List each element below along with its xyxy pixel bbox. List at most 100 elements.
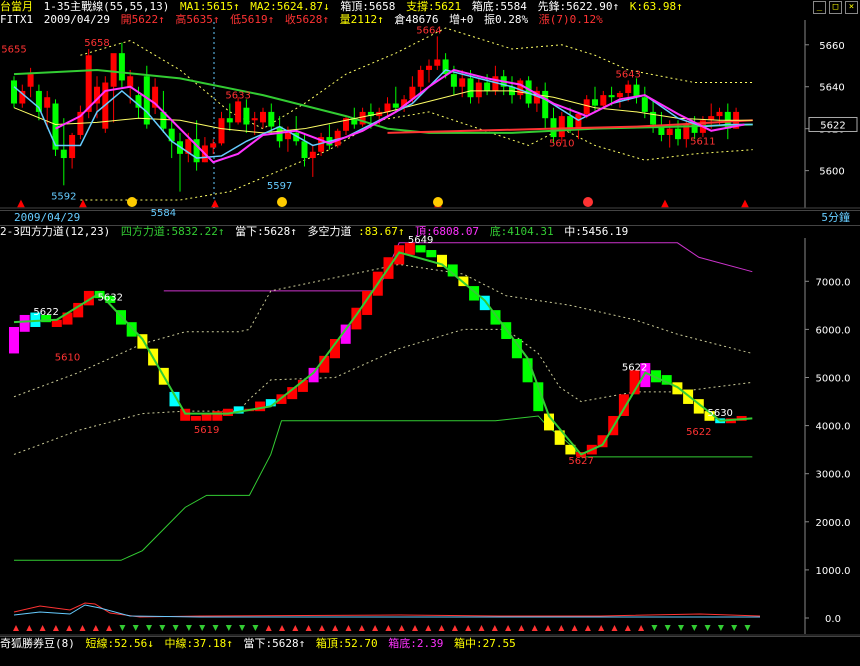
panel2-tick-label: 3000.0 <box>816 470 851 481</box>
oscillator-arrow <box>398 625 405 631</box>
candle-body <box>384 103 391 112</box>
candle-body <box>417 69 424 87</box>
candle-body <box>210 143 217 148</box>
force-annotation: 5627 <box>568 456 593 467</box>
candle-body <box>616 93 623 98</box>
oscillator-arrow <box>318 625 325 631</box>
oscillator-arrow <box>345 625 352 631</box>
force-block <box>394 245 405 265</box>
oscillator-arrow <box>212 625 219 631</box>
oscillator-arrow <box>678 625 684 631</box>
price-annotation: 5643 <box>615 69 640 80</box>
oscillator-arrow <box>717 625 724 631</box>
oscillator-arrow <box>332 625 339 631</box>
oscillator-arrow <box>132 625 139 631</box>
oscillator-arrow <box>491 625 498 631</box>
oscillator-arrow <box>79 625 86 631</box>
oscillator-arrow <box>146 625 152 631</box>
force-annotation: 5619 <box>194 425 219 436</box>
candle-body <box>467 78 474 98</box>
oscillator-arrow <box>651 625 658 631</box>
oscillator-arrow <box>465 625 472 631</box>
oscillator-arrow <box>119 625 126 631</box>
candle-body <box>85 55 92 112</box>
oscillator-arrow <box>199 625 206 631</box>
force-block <box>415 245 426 253</box>
candle-body <box>459 78 466 87</box>
oscillator-arrow <box>66 625 73 631</box>
oscillator-arrow <box>531 625 538 631</box>
panel1-tick-label: 5600 <box>819 167 844 178</box>
oscillator-arrow <box>106 625 113 631</box>
oscillator-arrow <box>159 625 166 631</box>
candle-body <box>11 80 17 104</box>
candle-body <box>309 151 316 159</box>
oscillator-arrow <box>279 625 285 631</box>
oscillator-arrow <box>239 625 246 631</box>
oscillator-arrow <box>731 625 738 631</box>
oscillator-arrow <box>584 625 591 631</box>
signal-marker: ▲ <box>741 198 749 209</box>
panel2-tick-label: 6000.0 <box>816 325 851 336</box>
force-annotation: 5649 <box>408 235 433 246</box>
signal-marker: ▲ <box>17 198 25 209</box>
candle-body <box>675 128 681 140</box>
candle-body <box>27 74 34 87</box>
candle-body <box>251 118 258 121</box>
candle-body <box>716 111 723 117</box>
candle-body <box>600 95 607 106</box>
force-annotation: 5622 <box>33 307 58 318</box>
candle-body <box>558 116 565 138</box>
oscillator-arrow <box>691 625 698 631</box>
candle-body <box>118 53 125 81</box>
price-annotation: 5597 <box>267 181 292 192</box>
price-annotation: 5584 <box>151 208 176 219</box>
panel2-tick-label: 4000.0 <box>816 422 851 433</box>
oscillator-arrow <box>52 625 59 631</box>
chart-canvas[interactable]: 5660564056205600565556585633566456435592… <box>0 0 860 666</box>
oscillator-arrow <box>704 625 711 631</box>
candle-body <box>641 97 648 112</box>
bottom-line <box>14 415 753 561</box>
oscillator-arrow <box>478 625 485 631</box>
panel2-tick-label: 7000.0 <box>816 277 851 288</box>
panel1-tick-label: 5660 <box>819 41 844 52</box>
force-trend-line <box>13 251 753 456</box>
candle-body <box>583 99 590 114</box>
candle-body <box>542 90 549 119</box>
oscillator-arrow <box>172 625 179 631</box>
oscillator-arrow <box>185 625 192 631</box>
candle-body <box>567 116 574 129</box>
candle-body <box>260 111 266 123</box>
force-annotation: 5630 <box>707 408 732 419</box>
force-block <box>19 314 30 332</box>
panel2-tick-label: 0.0 <box>825 614 841 625</box>
candle-body <box>592 99 598 106</box>
cyan-ma-line <box>13 69 753 159</box>
panel2-tick-label: 5000.0 <box>816 373 851 384</box>
candle-body <box>434 59 441 66</box>
panel2-tick-label: 1000.0 <box>816 566 851 577</box>
oscillator-arrow <box>225 625 232 631</box>
oscillator-arrow <box>518 625 525 631</box>
candle-body <box>608 95 615 98</box>
candle-body <box>218 118 225 144</box>
current-price-label: 5622 <box>820 120 845 131</box>
top-line <box>163 242 753 292</box>
oscillator-arrow <box>385 625 392 631</box>
force-block <box>180 408 191 421</box>
candle-body <box>110 53 117 87</box>
oscillator-arrow <box>425 625 432 631</box>
oscillator-arrow <box>39 625 46 631</box>
candle-body <box>69 134 76 159</box>
signal-marker: ▲ <box>79 198 87 209</box>
oscillator-arrow <box>26 625 33 631</box>
oscillator-arrow <box>358 625 365 631</box>
oscillator-arrow <box>13 625 19 631</box>
panel2-tick-label: 2000.0 <box>816 518 851 529</box>
candle-body <box>284 132 291 140</box>
candle-body <box>625 84 632 94</box>
price-annotation: 5655 <box>1 44 26 55</box>
oscillator-arrow <box>438 625 445 631</box>
candle-body <box>127 76 134 87</box>
